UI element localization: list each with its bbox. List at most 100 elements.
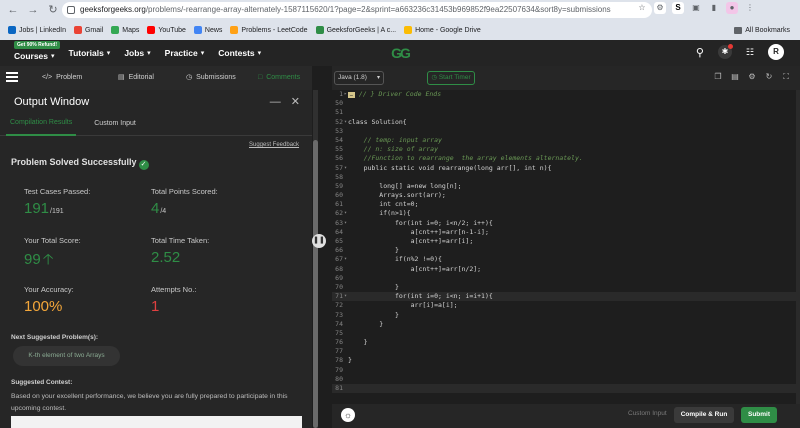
code-line[interactable]: 61 int cnt=0;: [332, 200, 800, 209]
code-line[interactable]: 64 a[cnt++]=arr[n-1-i];: [332, 228, 800, 237]
minimize-icon[interactable]: —: [270, 96, 281, 108]
code-line[interactable]: 52 ▾ class Solution{: [332, 118, 800, 127]
copy-icon[interactable]: ❐: [714, 72, 722, 82]
bookmark-item[interactable]: Maps: [111, 26, 139, 34]
code-line[interactable]: 78}: [332, 356, 800, 365]
code-line[interactable]: 74 }: [332, 320, 800, 329]
translate-icon[interactable]: ☷: [746, 47, 754, 58]
reset-icon[interactable]: ↻: [765, 72, 773, 82]
hamburger-icon[interactable]: [6, 72, 18, 82]
file-icon[interactable]: ▤: [731, 72, 739, 82]
contest-card[interactable]: [11, 416, 302, 428]
nav-tutorials[interactable]: Tutorials ▾: [69, 48, 111, 58]
nav-contests[interactable]: Contests ▾: [218, 48, 261, 58]
code-line[interactable]: 58: [332, 173, 800, 182]
tab-submissions[interactable]: ◷ Submissions: [186, 66, 236, 90]
code-line[interactable]: 66 }: [332, 246, 800, 255]
fold-icon[interactable]: ▾: [344, 292, 347, 301]
code-line[interactable]: 51: [332, 108, 800, 117]
code-line[interactable]: 75: [332, 329, 800, 338]
code-line[interactable]: 50: [332, 99, 800, 108]
profile-icon[interactable]: ●: [726, 2, 738, 14]
tab-editorial[interactable]: ▤ Editorial: [118, 66, 154, 90]
code-line[interactable]: 81: [332, 384, 800, 394]
nav-practice[interactable]: Practice ▾: [165, 48, 205, 58]
bookmark-item[interactable]: YouTube: [147, 26, 186, 34]
code-line[interactable]: 77: [332, 347, 800, 356]
avatar[interactable]: R: [768, 44, 784, 60]
bookmark-item[interactable]: Problems - LeetCode: [230, 26, 308, 34]
code-line[interactable]: 63 ▾ for(int i=0; i<n/2; i++){: [332, 219, 800, 228]
bookmark-item[interactable]: Gmail: [73, 26, 103, 34]
code-line[interactable]: 54 // temp: input array: [332, 136, 800, 145]
forward-icon[interactable]: →: [26, 3, 40, 17]
sidebar-toggle-icon[interactable]: ▮: [708, 2, 720, 14]
tab-custom-input[interactable]: Custom Input: [90, 113, 140, 135]
theme-toggle-icon[interactable]: ☼: [341, 408, 355, 422]
extension-s-icon[interactable]: S: [672, 2, 684, 14]
code-line[interactable]: 67 ▾ if(n%2 !=0){: [332, 255, 800, 264]
code-line[interactable]: 70 }: [332, 283, 800, 292]
code-line[interactable]: 73 }: [332, 311, 800, 320]
code-line[interactable]: 69: [332, 274, 800, 283]
code-line[interactable]: 56 //Function to rearrange the array ele…: [332, 154, 800, 163]
tab-comments[interactable]: □ Comments: [258, 66, 300, 90]
reload-icon[interactable]: ↻: [46, 3, 60, 17]
compile-run-button[interactable]: Compile & Run: [674, 407, 734, 423]
code-line[interactable]: 80: [332, 375, 800, 384]
suggest-feedback-link[interactable]: Suggest Feedback: [249, 142, 299, 148]
nav-courses[interactable]: Courses ▾: [14, 51, 55, 61]
code-area[interactable]: 1 ▸… // } Driver Code Ends 50 51 52 ▾ class So…: [332, 90, 800, 408]
close-icon[interactable]: ✕: [291, 96, 300, 108]
code-line[interactable]: 76 }: [332, 338, 800, 347]
ai-icon[interactable]: ✱: [717, 44, 733, 59]
code-line[interactable]: 1 ▸… // } Driver Code Ends: [332, 90, 800, 99]
bookmark-item[interactable]: News: [193, 26, 222, 34]
code-line[interactable]: 72 arr[i]=a[i];: [332, 301, 800, 310]
fullscreen-icon[interactable]: ⛶: [782, 72, 790, 82]
fold-icon[interactable]: ▾: [344, 164, 347, 173]
search-icon[interactable]: ⚲: [696, 46, 704, 59]
tab-problem[interactable]: </> Problem: [42, 66, 82, 90]
code-line[interactable]: 57 ▾ public static void rearrange(long ar…: [332, 164, 800, 173]
code-line[interactable]: 53: [332, 127, 800, 136]
nav-jobs[interactable]: Jobs ▾: [124, 48, 150, 58]
editor-scrollbar[interactable]: [796, 90, 800, 408]
language-select[interactable]: Java (1.8) ▾: [334, 71, 384, 85]
resize-handle-icon[interactable]: ❚❚: [312, 234, 326, 248]
submit-button[interactable]: Submit: [741, 407, 777, 423]
bookmark-item[interactable]: Jobs | LinkedIn: [8, 26, 66, 34]
fold-icon[interactable]: ▾: [344, 118, 347, 127]
code-lines[interactable]: 1 ▸… // } Driver Code Ends 50 51 52 ▾ class So…: [332, 90, 800, 394]
fold-icon[interactable]: ▾: [344, 219, 347, 228]
code-line[interactable]: 55 // n: size of array: [332, 145, 800, 154]
all-bookmarks[interactable]: All Bookmarks: [734, 21, 790, 39]
start-timer-button[interactable]: ◷ Start Timer: [427, 71, 475, 85]
code-line[interactable]: 62 ▾ if(n>1){: [332, 209, 800, 218]
custom-input-button[interactable]: Custom Input: [628, 410, 667, 417]
puzzle-icon[interactable]: ▣: [690, 2, 702, 14]
star-icon[interactable]: ☆: [636, 2, 648, 14]
bookmark-item[interactable]: GeeksforGeeks | A c...: [315, 26, 396, 34]
fold-icon[interactable]: ▾: [344, 209, 347, 218]
next-problem-chip[interactable]: K-th element of two Arrays: [13, 346, 120, 366]
fold-icon[interactable]: ▾: [344, 255, 347, 264]
menu-icon[interactable]: ⋮: [744, 2, 756, 14]
code-line[interactable]: 65 a[cnt++]=arr[i];: [332, 237, 800, 246]
code-line[interactable]: 68 a[cnt++]=arr[n/2];: [332, 265, 800, 274]
url-bar[interactable]: geeksforgeeks.org/problems/-rearrange-ar…: [62, 2, 652, 18]
bookmark-item[interactable]: Home - Google Drive: [404, 26, 481, 34]
fold-icon[interactable]: ▸: [344, 90, 347, 99]
promo-badge[interactable]: Get 90% Refund!: [14, 41, 61, 49]
back-icon[interactable]: ←: [6, 3, 20, 17]
code-line[interactable]: 59 long[] a=new long[n];: [332, 182, 800, 191]
site-settings-icon[interactable]: [67, 6, 75, 14]
gfg-logo[interactable]: GG: [378, 45, 422, 61]
code-line[interactable]: 60 Arrays.sort(arr);: [332, 191, 800, 200]
code-line[interactable]: 71 ▾ for(int i=0; i<n; i=i+1){: [332, 292, 800, 302]
code-line[interactable]: 79: [332, 366, 800, 375]
extension-icon[interactable]: ⚙: [654, 2, 666, 14]
settings-icon[interactable]: ⚙: [748, 72, 756, 82]
tab-compilation-results[interactable]: Compilation Results: [6, 112, 77, 136]
collapsed-region-icon[interactable]: …: [348, 92, 356, 98]
